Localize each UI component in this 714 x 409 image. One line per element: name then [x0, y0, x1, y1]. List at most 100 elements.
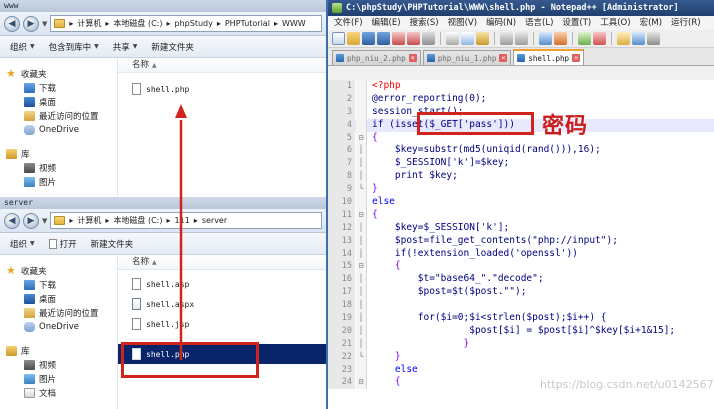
fold-marker-icon[interactable]: ⊟ — [356, 376, 367, 390]
nav-videos[interactable]: 视频 — [0, 358, 117, 372]
menu-search[interactable]: 搜索(S) — [410, 16, 439, 30]
redo-icon[interactable] — [515, 32, 528, 45]
fold-marker-icon[interactable]: ⊟ — [356, 131, 367, 145]
nav-downloads[interactable]: 下载 — [0, 278, 117, 292]
menu-language[interactable]: 语言(L) — [525, 16, 553, 30]
nav-favorites[interactable]: ★ 收藏夹 — [0, 264, 117, 278]
save-icon[interactable] — [362, 32, 375, 45]
include-in-library-button[interactable]: 包含到库中 ▼ — [49, 41, 99, 53]
menu-edit[interactable]: 编辑(E) — [372, 16, 401, 30]
tab-shell-php[interactable]: shell.php × — [513, 49, 585, 65]
save-all-icon[interactable] — [377, 32, 390, 45]
new-folder-button[interactable]: 新建文件夹 — [151, 41, 194, 53]
close-icon[interactable]: × — [499, 54, 508, 62]
breadcrumb-drive[interactable]: 本地磁盘 (C:) — [113, 18, 162, 29]
column-header-name[interactable]: 名称 ▲ — [118, 255, 326, 270]
nav-videos[interactable]: 视频 — [0, 161, 117, 175]
nav-pictures[interactable]: 图片 — [0, 372, 117, 386]
cut-icon[interactable] — [446, 32, 459, 45]
breadcrumb-computer[interactable]: 计算机 — [77, 215, 101, 226]
paste-icon[interactable] — [476, 32, 489, 45]
organize-button[interactable]: 组织 ▼ — [10, 238, 35, 250]
breadcrumb-computer[interactable]: 计算机 — [77, 18, 101, 29]
nav-recent[interactable]: 最近访问的位置 — [0, 306, 117, 320]
nav-onedrive[interactable]: OneDrive — [0, 320, 117, 334]
menu-settings[interactable]: 设置(T) — [562, 16, 591, 30]
code-line: 2 @error_reporting(0); — [328, 92, 714, 106]
breadcrumb-111[interactable]: 111 — [175, 216, 190, 225]
menu-run[interactable]: 运行(R) — [671, 16, 701, 30]
nav-favorites[interactable]: ★ 收藏夹 — [0, 67, 117, 81]
menu-encoding[interactable]: 编码(N) — [486, 16, 516, 30]
breadcrumb-phpstudy[interactable]: phpStudy — [175, 19, 213, 28]
nav-desktop[interactable]: 桌面 — [0, 95, 117, 109]
replace-icon[interactable] — [554, 32, 567, 45]
file-item[interactable]: shell.asp — [118, 274, 326, 294]
breadcrumb-drive[interactable]: 本地磁盘 (C:) — [113, 215, 162, 226]
code-editor[interactable]: 1 <?php 2 @error_reporting(0); 3 session_st… — [328, 80, 714, 409]
code-line: 16 │ $t="base64_"."decode"; — [328, 273, 714, 287]
window-title-bar: C:\phpStudy\PHPTutorial\WWW\shell.php - … — [328, 0, 714, 16]
sync-scroll-icon[interactable] — [617, 32, 630, 45]
menu-file[interactable]: 文件(F) — [334, 16, 363, 30]
undo-icon[interactable] — [500, 32, 513, 45]
code-line: 20 │ $post[$i] = $post[$i]^$key[$i+1&15]; — [328, 324, 714, 338]
organize-button[interactable]: 组织 ▼ — [10, 41, 35, 53]
menu-view[interactable]: 视图(V) — [448, 16, 477, 30]
close-file-icon[interactable] — [392, 32, 405, 45]
back-button[interactable]: ◀ — [4, 15, 20, 32]
chevron-down-icon[interactable]: ▼ — [42, 20, 47, 28]
nav-onedrive[interactable]: OneDrive — [0, 123, 117, 137]
fold-marker-icon[interactable]: ⊟ — [356, 260, 367, 274]
code-line: 13 │ $post=file_get_contents("php://input… — [328, 234, 714, 248]
breadcrumb-server[interactable]: server — [202, 216, 227, 225]
recent-places-icon — [24, 111, 35, 121]
forward-button[interactable]: ▶ — [23, 15, 39, 32]
navigation-bar: ◀ ▶ ▼ ▸ 计算机 ▸ 本地磁盘 (C:) ▸ phpStudy ▸ PHP… — [0, 12, 326, 36]
close-icon[interactable]: × — [572, 54, 581, 62]
menu-tools[interactable]: 工具(O) — [600, 16, 630, 30]
find-icon[interactable] — [539, 32, 552, 45]
chevron-down-icon[interactable]: ▼ — [42, 217, 47, 225]
navigation-pane: ★ 收藏夹 下载 桌面 最近访问的位置 OneDrive 库 视频 图片 — [0, 58, 118, 196]
nav-downloads[interactable]: 下载 — [0, 81, 117, 95]
file-item[interactable]: shell.jsp — [118, 314, 326, 334]
show-all-chars-icon[interactable] — [647, 32, 660, 45]
file-item[interactable]: shell.php — [118, 79, 326, 99]
close-icon[interactable]: × — [408, 54, 417, 62]
forward-button[interactable]: ▶ — [23, 212, 39, 229]
tab-php-niu-2[interactable]: php_niu_2.php × — [332, 50, 421, 65]
nav-pictures[interactable]: 图片 — [0, 175, 117, 189]
nav-library[interactable]: 库 — [0, 344, 117, 358]
caret-down-icon: ▼ — [30, 240, 35, 247]
open-file-icon[interactable] — [347, 32, 360, 45]
column-header-name[interactable]: 名称 ▲ — [118, 58, 326, 73]
new-file-icon[interactable] — [332, 32, 345, 45]
share-button[interactable]: 共享 ▼ — [113, 41, 138, 53]
nav-library[interactable]: 库 — [0, 147, 117, 161]
php-file-icon — [132, 348, 141, 360]
file-item-selected[interactable]: shell.php — [118, 344, 326, 364]
address-bar[interactable]: ▸ 计算机 ▸ 本地磁盘 (C:) ▸ phpStudy ▸ PHPTutori… — [50, 15, 322, 32]
open-button[interactable]: 打开 — [48, 238, 77, 250]
zoom-in-icon[interactable] — [578, 32, 591, 45]
file-item[interactable]: shell.aspx — [118, 294, 326, 314]
nav-documents[interactable]: 文档 — [0, 386, 117, 400]
copy-icon[interactable] — [461, 32, 474, 45]
new-folder-button[interactable]: 新建文件夹 — [91, 238, 134, 250]
address-bar[interactable]: ▸ 计算机 ▸ 本地磁盘 (C:) ▸ 111 ▸ server — [50, 212, 322, 229]
breadcrumb-www[interactable]: WWW — [282, 19, 306, 28]
menu-macro[interactable]: 宏(M) — [640, 16, 662, 30]
nav-recent[interactable]: 最近访问的位置 — [0, 109, 117, 123]
word-wrap-icon[interactable] — [632, 32, 645, 45]
folder-icon — [54, 19, 66, 28]
command-bar: 组织 ▼ 打开 新建文件夹 — [0, 233, 326, 255]
breadcrumb-phptutorial[interactable]: PHPTutorial — [225, 19, 270, 28]
back-button[interactable]: ◀ — [4, 212, 20, 229]
tab-php-niu-1[interactable]: php_niu_1.php × — [422, 50, 512, 65]
zoom-out-icon[interactable] — [593, 32, 606, 45]
print-icon[interactable] — [422, 32, 435, 45]
fold-marker-icon[interactable]: ⊟ — [356, 208, 367, 222]
nav-desktop[interactable]: 桌面 — [0, 292, 117, 306]
close-all-icon[interactable] — [407, 32, 420, 45]
